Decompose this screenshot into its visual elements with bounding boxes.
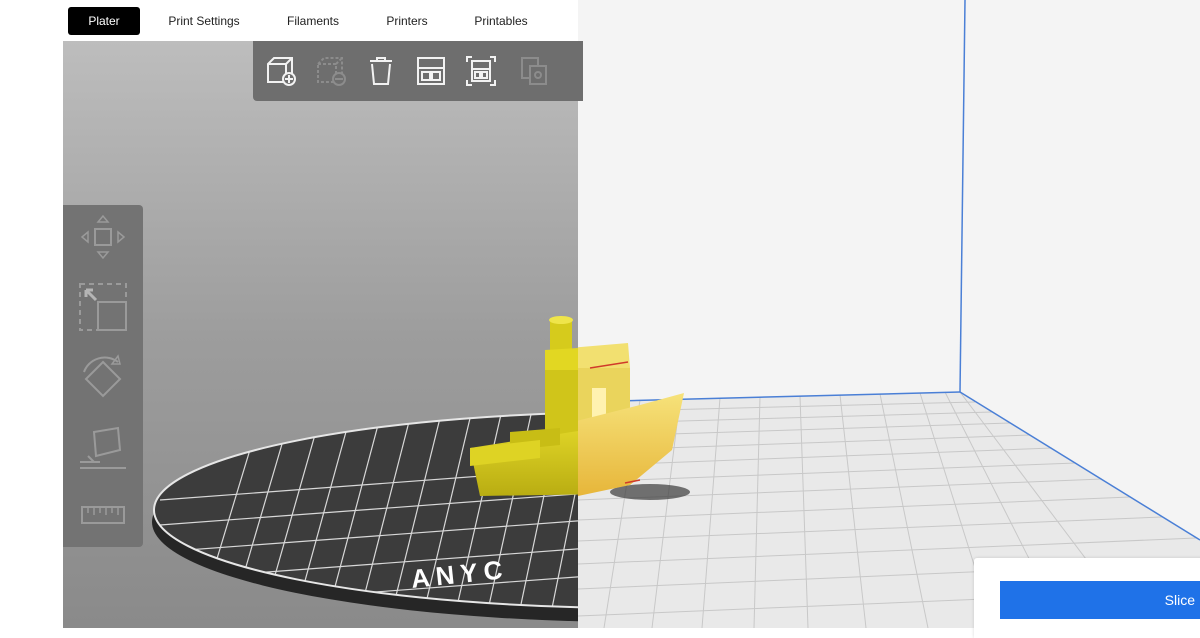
copy-button[interactable] [515,51,555,91]
tab-print-settings[interactable]: Print Settings [158,7,250,35]
rotate-tool-button[interactable] [73,347,133,407]
arrange-selection-button[interactable] [461,51,501,91]
place-on-face-tool-button[interactable] [73,417,133,477]
move-icon [80,214,126,260]
add-object-button[interactable] [261,51,301,91]
arrange-icon [417,57,445,85]
transform-toolbar [63,205,143,547]
add-object-icon [267,57,296,86]
tab-printers[interactable]: Printers [374,7,440,35]
rotate-icon [83,354,122,398]
measure-tool-button[interactable] [73,485,133,545]
measure-icon [81,506,125,524]
tab-filaments[interactable]: Filaments [276,7,350,35]
tab-printables[interactable]: Printables [462,7,540,35]
slice-button[interactable]: Slice [1000,581,1200,619]
tab-bar: Plater Print Settings Filaments Printers… [0,0,578,41]
place-on-face-icon [80,426,126,469]
remove-object-icon [317,57,346,86]
move-tool-button[interactable] [73,207,133,267]
scale-tool-button[interactable] [73,277,133,337]
right-3d-viewport[interactable] [578,0,1200,628]
tab-plater[interactable]: Plater [68,7,140,35]
arrange-selection-icon [466,56,496,86]
arrange-button[interactable] [411,51,451,91]
copy-icon [521,57,547,85]
scale-icon [79,283,127,331]
delete-icon [370,57,392,85]
remove-object-button[interactable] [311,51,351,91]
delete-all-button[interactable] [361,51,401,91]
object-toolbar [253,41,583,101]
